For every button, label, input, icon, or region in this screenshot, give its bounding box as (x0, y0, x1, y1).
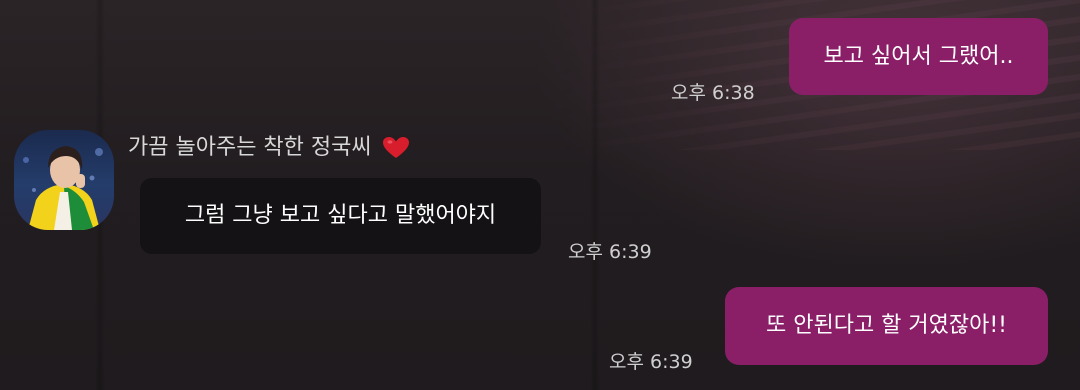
background-pole (590, 0, 600, 390)
message-timestamp: 오후 6:39 (568, 241, 652, 263)
sender-avatar[interactable] (14, 130, 114, 230)
avatar-photo (23, 146, 103, 230)
heart-icon (382, 136, 410, 160)
incoming-message-bubble[interactable]: 그럼 그냥 보고 싶다고 말했어야지 (140, 178, 541, 254)
outgoing-message-bubble[interactable]: 보고 싶어서 그랬어.. (789, 18, 1048, 95)
message-timestamp: 오후 6:38 (671, 82, 755, 104)
outgoing-message-bubble[interactable]: 또 안된다고 할 거였잖아!! (725, 287, 1048, 365)
sender-name-text: 가끔 놀아주는 착한 정국씨 (128, 135, 372, 160)
message-timestamp: 오후 6:39 (609, 351, 693, 373)
sender-name: 가끔 놀아주는 착한 정국씨 (128, 136, 410, 160)
